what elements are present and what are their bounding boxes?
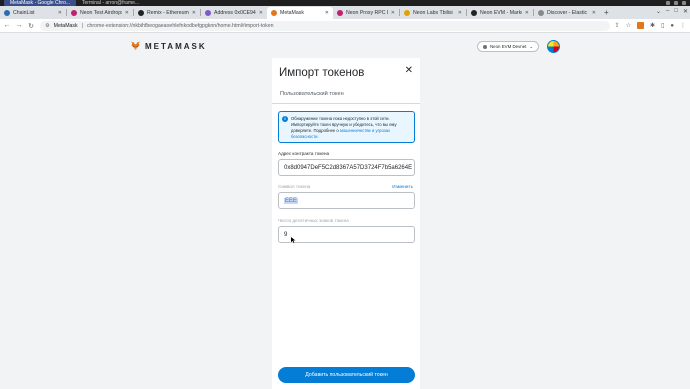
token-detection-notice: i Обнаружение токена пока недоступно в э… <box>278 111 415 143</box>
tab-favicon-icon <box>205 10 211 16</box>
page-title: Импорт токенов <box>279 67 365 79</box>
tab-label: Neon Proxy RPC En... <box>346 10 388 16</box>
chevron-down-icon: ⌄ <box>529 43 534 49</box>
tab-label: Neon Test Airdrops <box>80 10 122 16</box>
tab-chainlist[interactable]: ChainList ✕ <box>0 7 66 19</box>
tab-remix[interactable]: Remix - Ethereum ID ✕ <box>134 7 200 19</box>
tab-label: ChainList <box>13 10 35 16</box>
tab-favicon-icon <box>471 10 477 16</box>
tab-favicon-icon <box>538 10 544 16</box>
tab-neon-labs-tbilisi[interactable]: Neon Labs Tbilisi ✕ <box>400 7 466 19</box>
network-selector[interactable]: Neon EVM Devnet ⌄ <box>477 41 540 52</box>
metamask-fox-icon <box>130 41 141 51</box>
new-tab-button[interactable]: + <box>600 7 613 19</box>
token-symbol-value: ЕЕЕ <box>284 197 299 204</box>
tab-neon-evm-market[interactable]: Neon EVM - Marke... ✕ <box>467 7 533 19</box>
browser-tab-strip: ChainList ✕ Neon Test Airdrops ✕ Remix -… <box>0 6 690 19</box>
chrome-menu-icon[interactable]: ⋮ <box>680 22 686 29</box>
network-status-icon <box>483 44 487 49</box>
import-tokens-card: Импорт токенов ✕ Пользовательский токен … <box>272 58 420 389</box>
tab-close-icon[interactable]: ✕ <box>125 10 129 16</box>
share-icon[interactable]: ⇪ <box>615 22 620 29</box>
browser-toolbar: ← → ↻ ⚙ MetaMask | chrome-extension://nk… <box>0 19 690 33</box>
tab-favicon-icon <box>404 10 410 16</box>
side-panel-icon[interactable]: ▯ <box>661 22 664 29</box>
tab-label: Neon Labs Tbilisi <box>413 10 453 16</box>
account-avatar[interactable] <box>547 40 560 53</box>
tab-close-icon[interactable]: ✕ <box>525 10 529 16</box>
token-symbol-label: Символ токена <box>278 184 311 189</box>
contract-address-input[interactable]: 0x8d0947DeF5C2d8367A57D3724F7b5a6264E <box>278 159 415 176</box>
tab-label: Discover - Elastic <box>547 10 588 16</box>
bookmark-star-icon[interactable]: ☆ <box>626 22 631 29</box>
forward-icon[interactable]: → <box>14 21 24 31</box>
url-text[interactable]: chrome-extension://nkbihfbeogaeaoehlefnk… <box>87 23 274 29</box>
metamask-wordmark: METAMASK <box>145 41 207 51</box>
contract-address-label: Адрес контракта токена <box>278 151 330 156</box>
extension-name: MetaMask <box>53 22 78 29</box>
tab-neon-proxy-rpc[interactable]: Neon Proxy RPC En... ✕ <box>333 7 399 19</box>
token-symbol-input[interactable]: ЕЕЕ <box>278 192 415 209</box>
tab-address[interactable]: Address 0x0CE94e... ✕ <box>201 7 267 19</box>
network-name: Neon EVM Devnet <box>490 44 527 49</box>
tab-custom-token[interactable]: Пользовательский токен <box>280 91 344 97</box>
tab-close-icon[interactable]: ✕ <box>259 10 263 16</box>
minimize-icon[interactable]: – <box>666 8 669 15</box>
tab-neon-test-airdrops[interactable]: Neon Test Airdrops ✕ <box>67 7 133 19</box>
profile-icon[interactable]: ● <box>670 23 674 29</box>
site-info-icon[interactable]: ⚙ <box>45 23 50 29</box>
tab-label: Address 0x0CE94e... <box>214 10 256 16</box>
token-decimals-value: 9 <box>284 231 288 238</box>
contract-address-value: 0x8d0947DeF5C2d8367A57D3724F7b5a6264E <box>284 164 413 171</box>
maximize-icon[interactable]: □ <box>674 8 678 15</box>
tab-close-icon[interactable]: ✕ <box>458 10 462 16</box>
address-bar[interactable]: ⚙ MetaMask | chrome-extension://nkbihfbe… <box>40 20 610 31</box>
edit-symbol-link[interactable]: Изменить <box>392 184 413 189</box>
token-decimals-label: Число десятичных знаков токена <box>278 218 349 223</box>
tab-favicon-icon <box>138 10 144 16</box>
tab-search-icon[interactable]: ⌄ <box>656 8 661 15</box>
tab-divider <box>272 103 420 104</box>
tab-close-icon[interactable]: ✕ <box>592 10 596 16</box>
tab-close-icon[interactable]: ✕ <box>391 10 395 16</box>
tray-icon[interactable] <box>674 1 678 5</box>
tab-favicon-icon <box>271 10 277 16</box>
info-icon: i <box>282 116 288 122</box>
tray-icon[interactable] <box>682 1 686 5</box>
metamask-logo[interactable]: METAMASK <box>130 41 207 51</box>
tab-label: Remix - Ethereum ID <box>147 10 189 16</box>
tab-favicon-icon <box>4 10 10 16</box>
metamask-page: METAMASK Neon EVM Devnet ⌄ Импорт токено… <box>0 34 690 389</box>
window-close-icon[interactable]: ✕ <box>683 8 688 15</box>
add-custom-token-button[interactable]: Добавить пользовательский токен <box>278 367 415 383</box>
back-icon[interactable]: ← <box>2 21 12 31</box>
close-icon[interactable]: ✕ <box>405 66 413 76</box>
reload-icon[interactable]: ↻ <box>26 21 36 31</box>
metamask-extension-icon[interactable] <box>637 22 645 29</box>
tab-favicon-icon <box>71 10 77 16</box>
tab-favicon-icon <box>337 10 343 16</box>
token-decimals-input[interactable]: 9 <box>278 226 415 243</box>
tab-close-icon[interactable]: ✕ <box>192 10 196 16</box>
url-separator: | <box>81 22 83 29</box>
tab-discover-elastic[interactable]: Discover - Elastic ✕ <box>534 7 600 19</box>
tab-close-icon[interactable]: ✕ <box>58 10 62 16</box>
tab-label: MetaMask <box>280 10 304 16</box>
tab-label: Neon EVM - Marke... <box>480 10 522 16</box>
tab-metamask[interactable]: MetaMask ✕ <box>267 7 333 19</box>
tab-close-icon[interactable]: ✕ <box>325 10 329 16</box>
extensions-puzzle-icon[interactable]: ✱ <box>650 22 655 29</box>
tray-icon[interactable] <box>666 1 670 5</box>
mouse-cursor-icon <box>290 236 296 244</box>
